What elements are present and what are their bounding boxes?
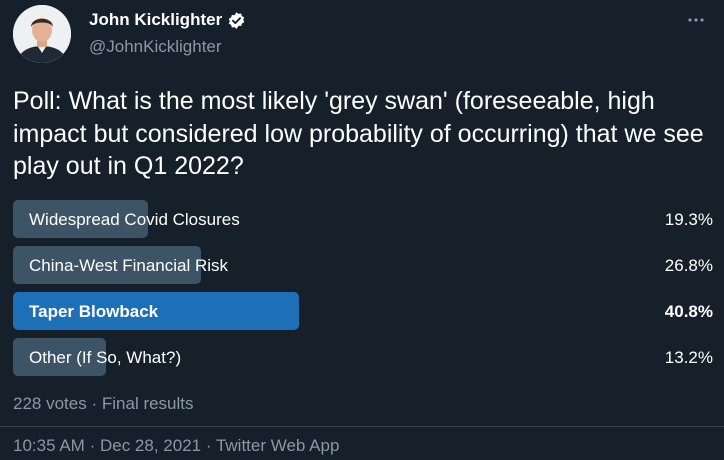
tweet-text: Poll: What is the most likely 'grey swan… [13,87,704,180]
poll-option-winner[interactable]: Taper Blowback 40.8% [13,292,714,330]
author-name[interactable]: John Kicklighter [89,10,222,30]
tweet-source[interactable]: Twitter Web App [216,436,339,455]
poll-option-percent: 19.3% [664,210,713,229]
verified-badge-icon [227,11,246,30]
poll-option-percent: 26.8% [664,256,713,275]
poll-option[interactable]: Widespread Covid Closures 19.3% [13,200,714,238]
author-handle[interactable]: @JohnKicklighter [89,37,222,57]
poll-option-label: Widespread Covid Closures [29,210,240,229]
poll-status: Final results [101,394,194,413]
tweet-timestamp: 10:35 AM · Dec 28, 2021 · Twitter Web Ap… [13,436,339,456]
poll-meta: 228 votes · Final results [13,394,194,414]
avatar[interactable] [13,5,71,63]
tweet-card: John Kicklighter @JohnKicklighter Poll: … [0,0,724,460]
tweet-date[interactable]: Dec 28, 2021 [100,436,201,455]
poll-option[interactable]: China-West Financial Risk 26.8% [13,246,714,284]
poll-option-label: Other (If So, What?) [29,348,182,367]
separator: · [89,436,96,455]
poll-option-label: Taper Blowback [29,302,159,321]
divider [0,426,724,427]
separator: · [205,436,212,455]
poll-option-percent: 13.2% [664,348,713,367]
poll-option[interactable]: Other (If So, What?) 13.2% [13,338,714,376]
author-row: John Kicklighter [89,10,246,30]
more-options-icon[interactable] [682,6,710,34]
poll-vote-count: 228 votes [13,394,87,413]
profile-photo [13,5,71,63]
tweet-time[interactable]: 10:35 AM [13,436,85,455]
separator: · [91,394,98,413]
poll-option-percent: 40.8% [664,302,713,321]
poll-option-label: China-West Financial Risk [29,256,229,275]
